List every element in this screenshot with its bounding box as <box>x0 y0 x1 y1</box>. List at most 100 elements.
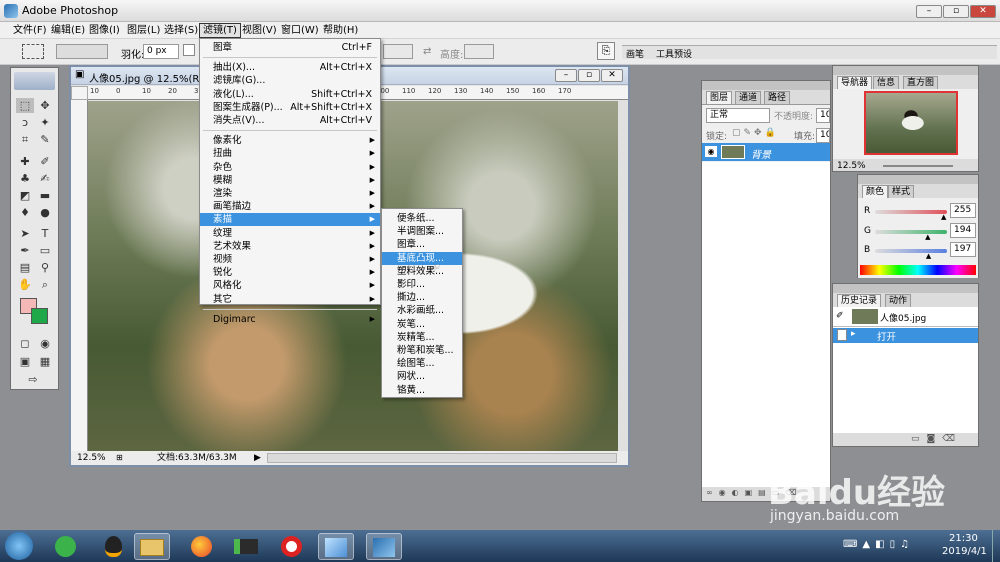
menu-select[interactable]: 选择(S) <box>161 23 201 38</box>
tab-paths[interactable]: 路径 <box>764 91 791 104</box>
show-desktop-button[interactable] <box>992 530 1000 562</box>
tab-channels[interactable]: 通道 <box>735 91 762 104</box>
taskbar-record-icon[interactable] <box>273 533 309 560</box>
channel-g-slider[interactable]: ▲ <box>875 230 947 241</box>
filter-menu-item[interactable]: 消失点(V)... Alt+Ctrl+V <box>200 114 380 127</box>
shape-tool-icon[interactable]: ▭ <box>36 243 54 258</box>
close-button[interactable]: ✕ <box>970 5 996 18</box>
color-ramp[interactable] <box>860 265 976 275</box>
filter-menu-item[interactable]: 图案生成器(P)... Alt+Shift+Ctrl+X <box>200 101 380 114</box>
opacity-input[interactable]: 100 <box>816 108 830 123</box>
menu-file[interactable]: 文件(F) <box>10 23 50 38</box>
filter-menu-item[interactable]: 其它 ▶ <box>200 293 380 306</box>
sketch-submenu-item[interactable]: 便条纸... <box>382 212 462 225</box>
path-select-icon[interactable]: ➤ <box>16 226 34 241</box>
channel-r-input[interactable]: 255 <box>950 203 976 218</box>
filter-menu-item[interactable]: 液化(L)... Shift+Ctrl+X <box>200 88 380 101</box>
tray-icons[interactable]: ⌨▲◧▯♫ <box>843 539 914 550</box>
filter-menu-item[interactable]: 扭曲 ▶ <box>200 147 380 160</box>
screen-mode-icon[interactable]: ▣ <box>16 354 34 369</box>
ruler-origin[interactable] <box>71 86 88 100</box>
sketch-submenu-item[interactable]: 影印... <box>382 278 462 291</box>
sketch-submenu-item[interactable]: 炭笔... <box>382 318 462 331</box>
sketch-submenu-item[interactable]: 网状... <box>382 370 462 383</box>
filter-menu-item[interactable]: 素描 ▶ <box>200 213 380 227</box>
clock-time[interactable]: 21:30 <box>949 533 978 544</box>
filter-menu-item[interactable]: 画笔描边 ▶ <box>200 200 380 213</box>
sketch-submenu-item[interactable]: 撕边... <box>382 291 462 304</box>
filter-menu-item[interactable]: 模糊 ▶ <box>200 174 380 187</box>
channel-b-input[interactable]: 197 <box>950 242 976 257</box>
blur-tool-icon[interactable]: ♦ <box>16 205 34 220</box>
doc-minimize-button[interactable]: – <box>555 69 577 82</box>
menu-window[interactable]: 窗口(W) <box>278 23 322 38</box>
sketch-submenu-item[interactable]: 半调图案... <box>382 225 462 238</box>
lasso-tool-icon[interactable]: ↄ <box>16 115 34 130</box>
clock-date[interactable]: 2019/4/1 <box>942 546 987 557</box>
slider-thumb-icon[interactable]: ▲ <box>941 213 946 221</box>
tab-info[interactable]: 信息 <box>873 76 900 89</box>
jump-to-imageready-icon[interactable]: ⇨ <box>24 372 42 387</box>
vertical-scrollbar[interactable] <box>618 100 628 451</box>
quickmask-mode-icon[interactable]: ◉ <box>36 336 54 351</box>
tab-styles[interactable]: 样式 <box>888 185 915 198</box>
channel-g-input[interactable]: 194 <box>950 223 976 238</box>
height-input[interactable] <box>464 44 494 59</box>
history-step-checkbox[interactable] <box>837 329 847 341</box>
status-arrow-icon[interactable]: ▶ <box>254 451 261 465</box>
brush-tool-icon[interactable]: ✐ <box>36 154 54 169</box>
minimize-button[interactable]: – <box>916 5 942 18</box>
lock-icons[interactable]: ▢✎✥🔒 <box>732 128 779 138</box>
visibility-eye-icon[interactable]: ◉ <box>705 146 717 157</box>
tab-histogram[interactable]: 直方图 <box>903 76 939 89</box>
swap-icon[interactable]: ⇄ <box>423 46 431 57</box>
type-tool-icon[interactable]: T <box>36 226 54 241</box>
doc-maximize-button[interactable]: ▫ <box>578 69 600 82</box>
sketch-submenu-item[interactable]: 塑料效果... <box>382 265 462 278</box>
menu-help[interactable]: 帮助(H) <box>320 23 361 38</box>
sketch-submenu-item[interactable]: 粉笔和炭笔... <box>382 344 462 357</box>
zoom-readout[interactable]: 12.5% <box>77 451 106 465</box>
brush-source-icon[interactable]: ✐ <box>836 311 844 321</box>
blend-mode-select[interactable]: 正常 <box>706 108 770 123</box>
channel-r-slider[interactable]: ▲ <box>875 210 947 221</box>
taskbar-360-icon[interactable] <box>47 533 83 560</box>
crop-tool-icon[interactable]: ⌗ <box>16 132 34 147</box>
filter-menu-item[interactable]: 滤镜库(G)... <box>200 74 380 87</box>
history-brush-icon[interactable]: ✍ <box>36 171 54 186</box>
navigator-zoom[interactable]: 12.5% <box>837 161 866 171</box>
sketch-submenu-item[interactable]: 水彩画纸... <box>382 304 462 317</box>
pen-tool-icon[interactable]: ✒ <box>16 243 34 258</box>
tab-actions[interactable]: 动作 <box>885 294 912 307</box>
menu-filter[interactable]: 滤镜(T) <box>199 23 241 38</box>
history-snapshot-row[interactable]: ✐ 人像05.jpg <box>833 307 978 327</box>
filter-menu-item[interactable]: 像素化 ▶ <box>200 134 380 147</box>
tab-navigator[interactable]: 导航器 <box>837 76 873 89</box>
filter-menu-item[interactable]: 艺术效果 ▶ <box>200 240 380 253</box>
marquee-preset-icon[interactable] <box>22 44 44 59</box>
fullscreen-mode-icon[interactable]: ▦ <box>36 354 54 369</box>
layers-panel-grip[interactable] <box>702 81 830 90</box>
history-step-row[interactable]: ▸ 打开 <box>833 328 978 343</box>
background-color-swatch[interactable] <box>31 308 48 324</box>
hand-tool-icon[interactable]: ✋ <box>16 277 34 292</box>
stamp-tool-icon[interactable]: ♣ <box>16 171 34 186</box>
maximize-button[interactable]: ▫ <box>943 5 969 18</box>
zoom-tool-icon[interactable]: ⌕ <box>36 277 54 292</box>
tab-history[interactable]: 历史记录 <box>837 294 882 307</box>
tab-color[interactable]: 颜色 <box>862 185 889 198</box>
filter-menu-item[interactable]: 风格化 ▶ <box>200 279 380 292</box>
magic-wand-icon[interactable]: ✦ <box>36 115 54 130</box>
history-footer-icons[interactable]: ▭◙⌫ <box>911 434 962 444</box>
slider-thumb-icon[interactable]: ▲ <box>925 233 930 241</box>
brushes-tab[interactable]: 画笔 <box>626 47 644 60</box>
slider-thumb-icon[interactable]: ▲ <box>926 252 931 260</box>
width-input[interactable] <box>383 44 413 59</box>
taskbar-app-icon[interactable] <box>318 533 354 560</box>
taskbar-firefox-icon[interactable] <box>183 533 219 560</box>
sketch-submenu-item[interactable]: 基底凸现... <box>382 251 462 265</box>
start-button-icon[interactable] <box>5 532 33 560</box>
filter-menu-item[interactable]: 渲染 ▶ <box>200 187 380 200</box>
sketch-submenu-item[interactable]: 铬黄... <box>382 384 462 397</box>
navigator-grip[interactable] <box>833 66 978 75</box>
